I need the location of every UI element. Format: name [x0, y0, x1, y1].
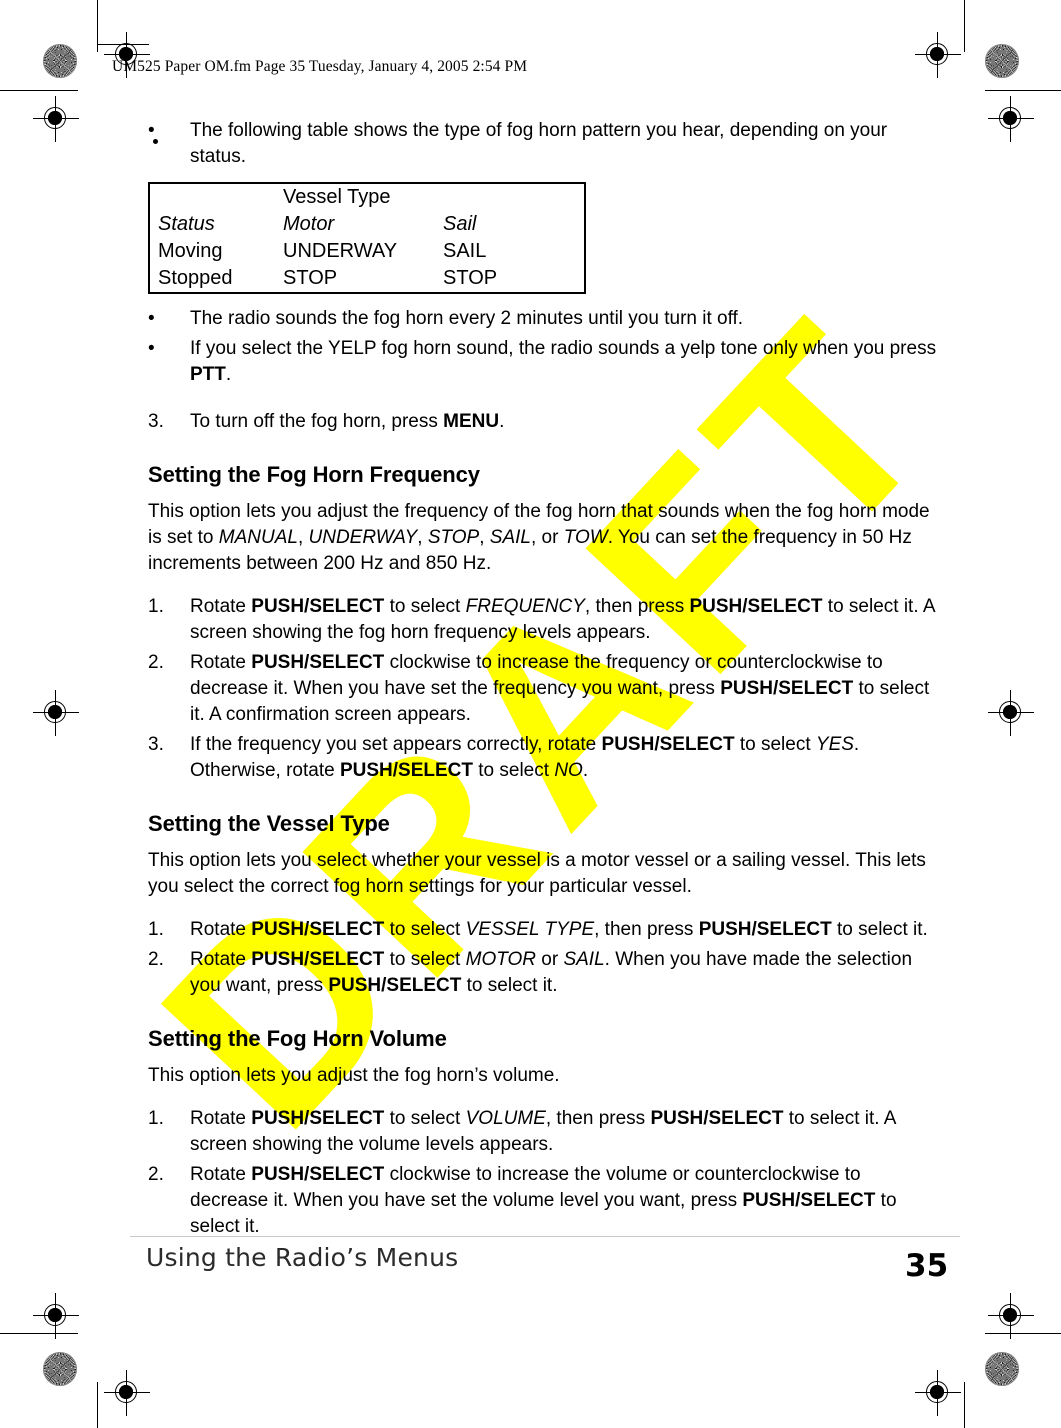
ordered-list-item: 2. Rotate PUSH/SELECT to select MOTOR or…	[148, 947, 938, 999]
table-row: Stopped STOP STOP	[149, 265, 585, 293]
table-col-header-sail: Sail	[443, 213, 477, 235]
list-item: • The radio sounds the fog horn every 2 …	[148, 306, 938, 332]
section-intro-paragraph: This option lets you select whether your…	[148, 850, 926, 897]
footer-page-number: 35	[905, 1248, 949, 1284]
keyword-ptt: PTT	[190, 364, 226, 385]
step-text: Rotate PUSH/SELECT clockwise to increase…	[190, 1164, 897, 1237]
section-intro-paragraph: This option lets you adjust the fog horn…	[148, 1065, 560, 1086]
table-header-row: Vessel Type	[149, 183, 585, 211]
step-number: 2.	[148, 1164, 164, 1185]
registration-target-bottom-right	[915, 1370, 961, 1416]
registration-target-top-right	[915, 32, 961, 78]
table-cell-status: Moving	[158, 240, 223, 262]
running-header: UM525 Paper OM.fm Page 35 Tuesday, Janua…	[112, 58, 528, 75]
ordered-list-item: 2. Rotate PUSH/SELECT clockwise to incre…	[148, 1162, 938, 1240]
ordered-list-item: 1. Rotate PUSH/SELECT to select VESSEL T…	[148, 917, 938, 943]
section-heading-vessel-type: Setting the Vessel Type	[148, 811, 390, 836]
step-number: 1.	[148, 1108, 164, 1129]
crop-mark-left-top-horizontal	[0, 90, 78, 91]
page-content: • The following table shows the type of …	[148, 118, 938, 1244]
crop-mark-bottom-right-vertical	[964, 1382, 965, 1428]
ordered-list-item: 3. To turn off the fog horn, press MENU.	[148, 409, 938, 435]
header-rule	[97, 44, 149, 45]
registration-target-middle-left	[33, 690, 79, 736]
crop-mark-right-top-horizontal	[985, 90, 1061, 91]
step-number: 1.	[148, 596, 164, 617]
document-page: UM525 Paper OM.fm Page 35 Tuesday, Janua…	[0, 0, 1061, 1428]
table-cell-status: Stopped	[158, 267, 233, 289]
vessel-type-table: Vessel Type Status Motor Sail Moving UND…	[148, 182, 587, 294]
table-cell-sail: STOP	[443, 267, 498, 289]
step-text: Rotate PUSH/SELECT to select VOLUME, the…	[190, 1108, 896, 1155]
table-subheader-row: Status Motor Sail	[149, 211, 585, 238]
ordered-list-item: 3. If the frequency you set appears corr…	[148, 732, 938, 784]
crop-mark-bottom-left-vertical	[97, 1382, 98, 1428]
rosette-mark-top-right	[985, 44, 1019, 78]
registration-target-lower-right	[988, 1293, 1034, 1339]
registration-target-bottom-left	[104, 1370, 150, 1416]
ordered-list-item: 1. Rotate PUSH/SELECT to select VOLUME, …	[148, 1106, 938, 1158]
step-number: 2.	[148, 949, 164, 970]
bullet-marker: •	[148, 308, 155, 329]
list-item-text: If you select the YELP fog horn sound, t…	[190, 338, 937, 385]
table-cell-motor: STOP	[283, 267, 338, 289]
list-item: • The following table shows the type of …	[148, 118, 938, 170]
registration-target-middle-right	[988, 690, 1034, 736]
footer-chapter-title: Using the Radio’s Menus	[146, 1243, 459, 1272]
rosette-mark-top-left	[43, 44, 77, 78]
step-number: 3.	[148, 734, 164, 755]
step-number: 1.	[148, 919, 164, 940]
registration-target-upper-right	[988, 96, 1034, 142]
table-group-header: Vessel Type	[283, 186, 391, 208]
step-text: Rotate PUSH/SELECT clockwise to increase…	[190, 652, 930, 725]
ordered-list-item: 2. Rotate PUSH/SELECT clockwise to incre…	[148, 650, 938, 728]
crop-mark-top-right-vertical	[964, 0, 965, 52]
step-text: To turn off the fog horn, press MENU.	[190, 411, 505, 432]
step-text: Rotate PUSH/SELECT to select FREQUENCY, …	[190, 596, 935, 643]
section-intro-paragraph: This option lets you adjust the frequenc…	[148, 501, 930, 574]
step-text: If the frequency you set appears correct…	[190, 734, 860, 781]
step-text: Rotate PUSH/SELECT to select MOTOR or SA…	[190, 949, 913, 996]
step-number: 2.	[148, 652, 164, 673]
step-text: Rotate PUSH/SELECT to select VESSEL TYPE…	[190, 919, 928, 940]
table-corner-cell	[149, 183, 275, 211]
list-item: • If you select the YELP fog horn sound,…	[148, 336, 938, 388]
rosette-mark-bottom-left	[43, 1352, 77, 1386]
keyword-menu: MENU	[443, 411, 500, 432]
table-cell-motor: UNDERWAY	[283, 240, 398, 262]
bullet-marker: •	[148, 120, 155, 141]
ordered-list-item: 1. Rotate PUSH/SELECT to select FREQUENC…	[148, 594, 938, 646]
list-item-text: The radio sounds the fog horn every 2 mi…	[190, 308, 744, 329]
table-status-header: Status	[158, 213, 215, 235]
rosette-mark-bottom-right	[985, 1352, 1019, 1386]
registration-target-lower-left	[33, 1293, 79, 1339]
table-row: Moving UNDERWAY SAIL	[149, 238, 585, 265]
registration-target-upper-left	[33, 96, 79, 142]
bullet-marker: •	[148, 338, 155, 359]
section-heading-fog-horn-volume: Setting the Fog Horn Volume	[148, 1026, 447, 1051]
vessel-type-table-wrapper: Vessel Type Status Motor Sail Moving UND…	[148, 182, 587, 294]
table-col-header-motor: Motor	[283, 213, 335, 235]
list-item-text: The following table shows the type of fo…	[190, 120, 888, 167]
table-cell-sail: SAIL	[443, 240, 487, 262]
section-heading-fog-horn-frequency: Setting the Fog Horn Frequency	[148, 462, 480, 487]
step-number: 3.	[148, 411, 164, 432]
